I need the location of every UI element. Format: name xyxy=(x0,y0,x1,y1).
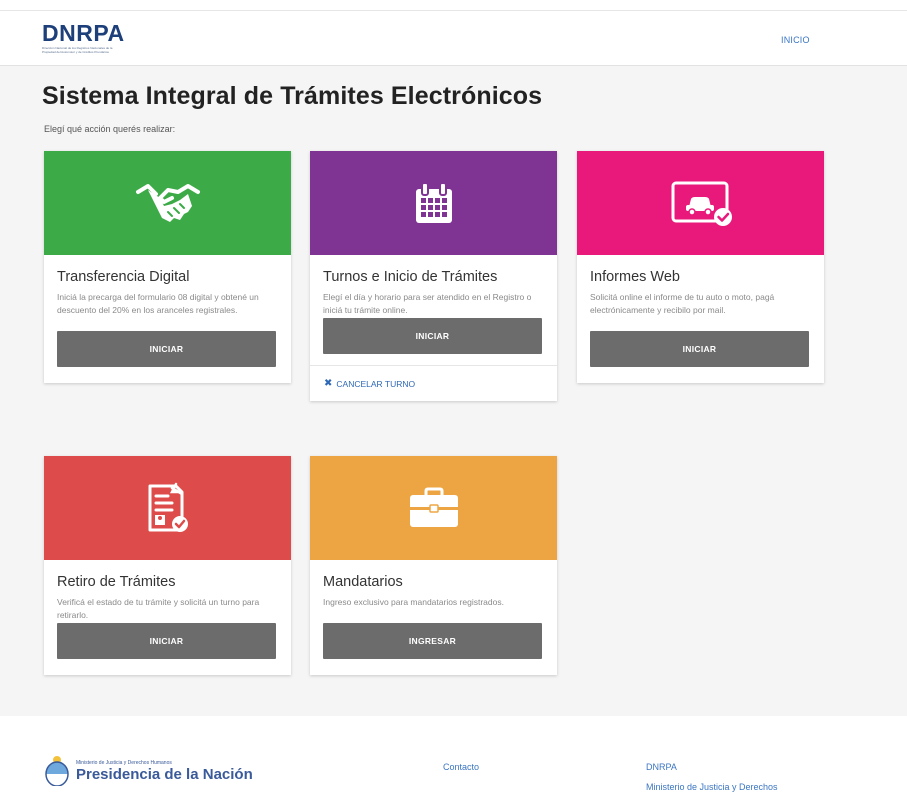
top-strip xyxy=(0,0,907,10)
card-header xyxy=(44,456,291,560)
card-retiro-tramites: Retiro de Trámites Verificá el estado de… xyxy=(44,456,291,675)
card-title: Mandatarios xyxy=(323,574,403,590)
card-turnos: Turnos e Inicio de Trámites Elegí el día… xyxy=(310,151,557,401)
card-title: Informes Web xyxy=(590,269,680,285)
calendar-icon xyxy=(415,182,452,223)
card-transferencia-digital: Transferencia Digital Iniciá la precarga… xyxy=(44,151,291,383)
card-body: Transferencia Digital Iniciá la precarga… xyxy=(44,255,291,367)
card-header xyxy=(44,151,291,255)
logo-sub-line: Propiedad del Automotor y de Créditos Pr… xyxy=(42,50,109,54)
briefcase-icon xyxy=(409,487,458,527)
cancelar-turno-label: CANCELAR TURNO xyxy=(336,378,416,389)
card-header xyxy=(310,456,557,560)
argentina-emblem-icon xyxy=(44,754,70,791)
cancelar-turno-link[interactable]: ✖ CANCELAR TURNO xyxy=(310,365,557,401)
card-description: Verificá el estado de tu trámite y solic… xyxy=(57,597,260,620)
card-informes-web: Informes Web Solicitá online el informe … xyxy=(577,151,824,383)
close-icon: ✖ xyxy=(324,378,333,389)
dnrpa-logo[interactable]: DNRPA Dirección Nacional de los Registro… xyxy=(42,21,138,54)
card-body: Retiro de Trámites Verificá el estado de… xyxy=(44,560,291,659)
footer-ministerio-link[interactable]: Ministerio de Justicia y Derechos xyxy=(646,782,778,792)
card-title: Retiro de Trámites xyxy=(57,574,176,590)
card-bottom-space xyxy=(310,659,557,675)
card-mandatarios: Mandatarios Ingreso exclusivo para manda… xyxy=(310,456,557,675)
handshake-icon xyxy=(135,184,200,222)
card-bottom-space xyxy=(577,367,824,383)
footer: Ministerio de Justicia y Derechos Humano… xyxy=(0,716,907,793)
page-subtitle: Elegí qué acción querés realizar: xyxy=(44,124,176,134)
ingresar-button[interactable]: INGRESAR xyxy=(323,623,542,659)
iniciar-button[interactable]: INICIAR xyxy=(323,318,542,354)
card-header xyxy=(310,151,557,255)
header: DNRPA Dirección Nacional de los Registro… xyxy=(0,10,907,66)
footer-dnrpa-link[interactable]: DNRPA xyxy=(646,762,677,772)
card-body: Turnos e Inicio de Trámites Elegí el día… xyxy=(310,255,557,354)
card-bottom-space xyxy=(44,367,291,383)
card-header xyxy=(577,151,824,255)
nav-inicio-link[interactable]: INICIO xyxy=(781,35,810,45)
footer-contacto-link[interactable]: Contacto xyxy=(443,762,479,772)
iniciar-button[interactable]: INICIAR xyxy=(57,331,276,367)
card-description: Elegí el día y horario para ser atendido… xyxy=(323,292,532,315)
card-description: Solicitá online el informe de tu auto o … xyxy=(590,292,775,315)
document-check-icon xyxy=(148,482,188,532)
card-bottom-space xyxy=(44,659,291,675)
footer-brand-big: Presidencia de la Nación xyxy=(76,766,253,783)
page-title: Sistema Integral de Trámites Electrónico… xyxy=(42,82,543,110)
iniciar-button[interactable]: INICIAR xyxy=(590,331,809,367)
logo-text: DNRPA xyxy=(42,20,125,46)
car-report-icon xyxy=(671,181,732,226)
logo-subtitle: Dirección Nacional de los Registros Naci… xyxy=(42,47,138,54)
card-body: Informes Web Solicitá online el informe … xyxy=(577,255,824,367)
iniciar-button[interactable]: INICIAR xyxy=(57,623,276,659)
footer-brand: Ministerio de Justicia y Derechos Humano… xyxy=(76,760,253,783)
card-description: Iniciá la precarga del formulario 08 dig… xyxy=(57,292,259,315)
card-title: Turnos e Inicio de Trámites xyxy=(323,269,498,285)
card-description: Ingreso exclusivo para mandatarios regis… xyxy=(323,597,504,607)
card-title: Transferencia Digital xyxy=(57,269,190,285)
card-body: Mandatarios Ingreso exclusivo para manda… xyxy=(310,560,557,659)
